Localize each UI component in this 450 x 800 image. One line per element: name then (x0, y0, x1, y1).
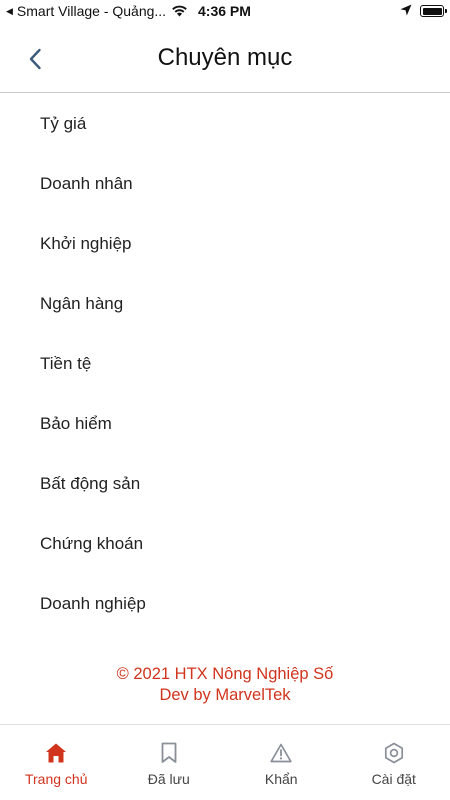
page-title: Chuyên mục (157, 44, 293, 71)
developer-credit: Dev by MarvelTek (159, 686, 291, 704)
status-indicators (400, 3, 447, 19)
location-arrow-icon (400, 3, 412, 19)
warning-icon (268, 740, 294, 766)
category-item-ngan-hang[interactable]: Ngân hàng (0, 274, 450, 334)
tab-home-label: Trang chủ (24, 771, 88, 787)
bookmark-icon (156, 740, 182, 766)
back-to-app-icon[interactable]: ◀ (6, 4, 13, 18)
tab-settings-label: Cài đặt (371, 771, 416, 787)
category-item-bao-hiem[interactable]: Bảo hiểm (0, 394, 450, 454)
category-item-doanh-nhan[interactable]: Doanh nhân (0, 154, 450, 214)
tab-saved[interactable]: Đã lưu (113, 725, 226, 800)
status-time: 4:36 PM (198, 3, 251, 19)
wifi-icon (171, 4, 188, 20)
copyright-block: © 2021 HTX Nông Nghiệp Số Dev by MarvelT… (0, 664, 450, 706)
page-header: Chuyên mục (0, 24, 450, 93)
tab-urgent-label: Khẩn (264, 771, 298, 787)
copyright-text: © 2021 HTX Nông Nghiệp Số (116, 665, 334, 683)
category-list: Tỷ giá Doanh nhân Khởi nghiệp Ngân hàng … (0, 94, 450, 634)
bottom-tab-bar: Trang chủ Đã lưu Khẩn Cài đặt (0, 724, 450, 800)
category-item-bat-dong-san[interactable]: Bất động sản (0, 454, 450, 514)
category-item-ty-gia[interactable]: Tỷ giá (0, 94, 450, 154)
category-item-chung-khoan[interactable]: Chứng khoán (0, 514, 450, 574)
tab-saved-label: Đã lưu (147, 771, 190, 787)
status-bar: ◀ Smart Village - Quảng... 4:36 PM (0, 0, 450, 24)
category-item-khoi-nghiep[interactable]: Khởi nghiệp (0, 214, 450, 274)
battery-icon (420, 5, 447, 17)
home-icon (43, 740, 69, 766)
tab-settings[interactable]: Cài đặt (338, 725, 450, 800)
app-screen: ◀ Smart Village - Quảng... 4:36 PM Chuyê… (0, 0, 450, 800)
settings-icon (381, 740, 407, 766)
category-item-tien-te[interactable]: Tiền tệ (0, 334, 450, 394)
tab-home[interactable]: Trang chủ (0, 725, 113, 800)
tab-urgent[interactable]: Khẩn (225, 725, 338, 800)
carrier-name: Smart Village - Quảng... (16, 3, 167, 19)
status-carrier-group: ◀ Smart Village - Quảng... (6, 3, 166, 19)
category-item-doanh-nghiep[interactable]: Doanh nghiệp (0, 574, 450, 634)
